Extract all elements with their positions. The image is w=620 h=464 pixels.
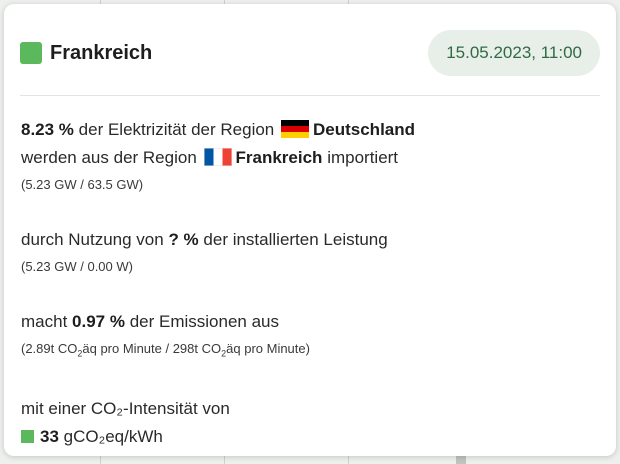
- utilization-text-2: der installierten Leistung: [203, 230, 388, 249]
- emissions-line: macht 0.97 % der Emissionen aus: [21, 308, 596, 336]
- source-region-name: Frankreich: [235, 148, 323, 167]
- emissions-text-2: der Emissionen aus: [129, 312, 280, 331]
- tooltip-header: Frankreich 15.05.2023, 11:00: [20, 28, 600, 78]
- region-title: Frankreich: [50, 41, 153, 64]
- intensity-label-part: -Intensität von: [123, 398, 230, 418]
- region-tooltip-card: Frankreich 15.05.2023, 11:00 8.23 % der …: [4, 4, 616, 456]
- region-title-group: Frankreich: [20, 42, 152, 65]
- target-region-name: Deutschland: [313, 120, 416, 139]
- intensity-label: mit einer CO₂-Intensität von: [21, 395, 596, 423]
- germany-flag-icon: [281, 120, 309, 138]
- intensity-unit: gCO₂eq/kWh: [63, 426, 163, 446]
- emissions-percent: 0.97 %: [72, 312, 125, 331]
- emissions-text-1: macht: [21, 312, 68, 331]
- intensity-color-swatch: [21, 429, 34, 443]
- header-divider: [20, 95, 600, 96]
- import-section: 8.23 % der Elektrizität der Region Deuts…: [21, 116, 596, 194]
- intensity-value-line: 33 gCO₂eq/kWh: [21, 423, 596, 451]
- import-line-1: 8.23 % der Elektrizität der Region Deuts…: [21, 116, 596, 144]
- utilization-text-1: durch Nutzung von: [21, 230, 164, 249]
- emissions-section: macht 0.97 % der Emissionen aus (2.89t C…: [21, 308, 596, 363]
- emissions-detail-part: (2.89t CO: [21, 341, 78, 356]
- import-percent: 8.23 %: [21, 120, 74, 139]
- intensity-value: 33: [40, 426, 59, 446]
- emissions-detail: (2.89t CO2äq pro Minute / 298t CO2äq pro…: [21, 340, 596, 363]
- utilization-section: durch Nutzung von ? % der installierten …: [21, 226, 596, 276]
- tooltip-body: 8.23 % der Elektrizität der Region Deuts…: [21, 116, 596, 451]
- region-color-swatch: [20, 42, 42, 64]
- intensity-label-part: mit einer CO: [21, 398, 117, 418]
- emissions-detail-part: äq pro Minute / 298t CO: [82, 341, 222, 356]
- utilization-line: durch Nutzung von ? % der installierten …: [21, 226, 596, 254]
- intensity-section: mit einer CO₂-Intensität von 33 gCO₂eq/k…: [21, 395, 596, 451]
- france-flag-icon: [203, 148, 232, 166]
- utilization-detail: (5.23 GW / 0.00 W): [21, 259, 133, 274]
- import-text-1: der Elektrizität der Region: [78, 120, 275, 139]
- import-line-2: werden aus der Region Frankreich importi…: [21, 144, 596, 172]
- utilization-percent: ? %: [168, 230, 199, 249]
- import-text-3: importiert: [327, 148, 399, 167]
- datetime-badge: 15.05.2023, 11:00: [428, 30, 600, 76]
- import-text-2: werden aus der Region: [21, 148, 197, 167]
- emissions-detail-part: äq pro Minute): [226, 341, 310, 356]
- import-detail: (5.23 GW / 63.5 GW): [21, 177, 144, 192]
